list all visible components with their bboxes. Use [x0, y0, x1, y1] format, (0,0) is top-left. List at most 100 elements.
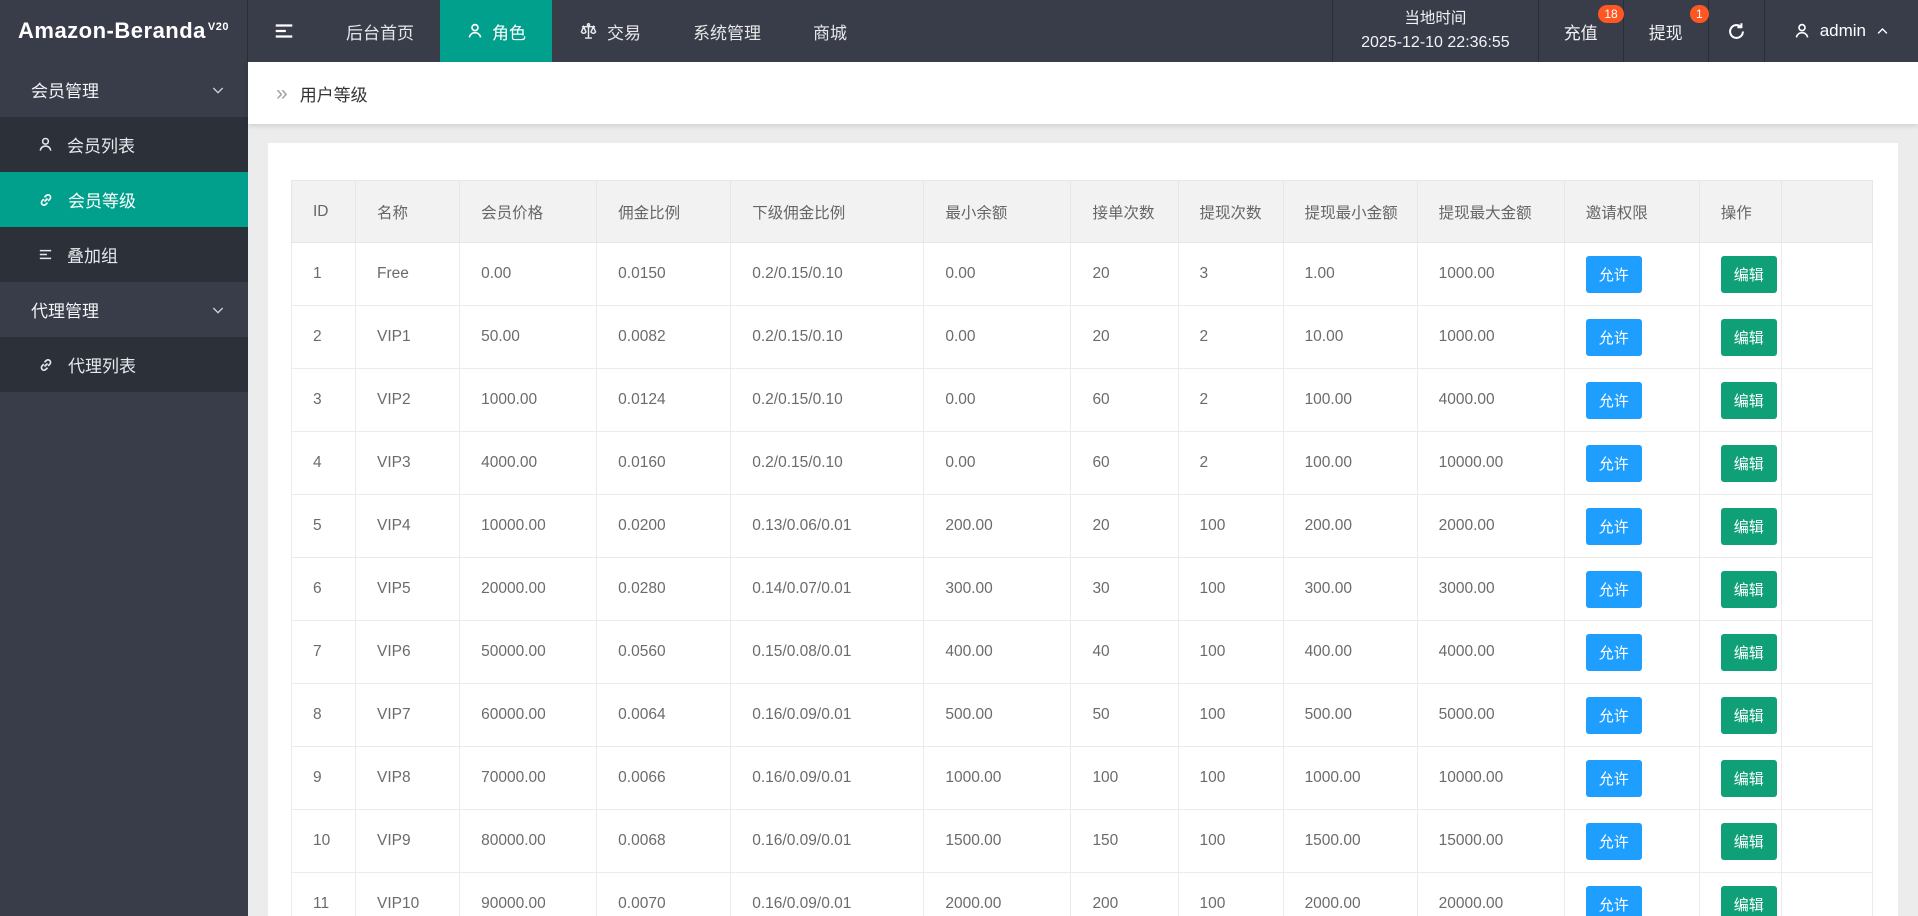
cell-invite-permission: 允许 — [1563, 494, 1700, 558]
cell-withdraw-count: 100 — [1177, 809, 1284, 873]
person-icon — [37, 136, 54, 153]
edit-button[interactable]: 编辑 — [1720, 696, 1777, 734]
cell-sub-commission-rate: 0.2/0.15/0.10 — [730, 305, 925, 369]
table-row: 7 VIP6 50000.00 0.0560 0.15/0.08/0.01 400.00 4… — [290, 620, 1874, 684]
cell-withdraw-min: 300.00 — [1282, 557, 1418, 621]
menu-collapse-button[interactable] — [248, 0, 320, 62]
table-row: 11 VIP10 90000.00 0.0070 0.16/0.09/0.01 2000.… — [290, 872, 1874, 916]
sidebar-group-member-management[interactable]: 会员管理 — [0, 62, 248, 117]
allow-button[interactable]: 允许 — [1585, 885, 1642, 916]
cell-member-price: 60000.00 — [459, 683, 598, 747]
cell-id: 4 — [290, 431, 357, 495]
cell-sub-commission-rate: 0.13/0.06/0.01 — [730, 494, 925, 558]
sidebar: 会员管理 会员列表 会员等级 叠加组 代理管理 代理列表 — [0, 62, 248, 916]
cell-empty — [1780, 746, 1874, 810]
cell-min-balance: 0.00 — [923, 305, 1072, 369]
cell-commission-rate: 0.0082 — [596, 305, 732, 369]
allow-button[interactable]: 允许 — [1585, 822, 1642, 860]
cell-empty — [1780, 872, 1874, 916]
cell-min-balance: 0.00 — [923, 368, 1072, 432]
column-header: 提现最大金额 — [1416, 180, 1565, 243]
cell-name: VIP10 — [355, 872, 461, 916]
recharge-button[interactable]: 充值 18 — [1539, 0, 1624, 62]
cell-id: 7 — [290, 620, 357, 684]
cell-min-balance: 0.00 — [923, 242, 1072, 306]
cell-id: 9 — [290, 746, 357, 810]
refresh-button[interactable] — [1709, 0, 1765, 62]
refresh-icon — [1726, 21, 1747, 42]
logo-text: Amazon-Beranda — [18, 18, 206, 43]
cell-withdraw-min: 100.00 — [1282, 431, 1418, 495]
withdraw-button[interactable]: 提现 1 — [1624, 0, 1709, 62]
edit-button[interactable]: 编辑 — [1720, 759, 1777, 797]
cell-id: 6 — [290, 557, 357, 621]
edit-button[interactable]: 编辑 — [1720, 255, 1777, 293]
cell-sub-commission-rate: 0.14/0.07/0.01 — [730, 557, 925, 621]
cell-actions: 编辑 — [1698, 431, 1782, 495]
edit-button[interactable]: 编辑 — [1720, 381, 1777, 419]
edit-button[interactable]: 编辑 — [1720, 633, 1777, 671]
user-menu[interactable]: admin — [1765, 0, 1918, 62]
cell-min-balance: 1000.00 — [923, 746, 1072, 810]
nav-item-system[interactable]: 系统管理 — [667, 0, 787, 62]
column-header: 邀请权限 — [1563, 180, 1700, 243]
time-label: 当地时间 — [1404, 9, 1467, 27]
sidebar-item-stack-group[interactable]: 叠加组 — [0, 227, 248, 282]
cell-order-count: 60 — [1070, 368, 1179, 432]
cell-id: 10 — [290, 809, 357, 873]
sidebar-group-agent-management[interactable]: 代理管理 — [0, 282, 248, 337]
allow-button[interactable]: 允许 — [1585, 255, 1642, 293]
cell-order-count: 20 — [1070, 305, 1179, 369]
allow-button[interactable]: 允许 — [1585, 318, 1642, 356]
cell-min-balance: 1500.00 — [923, 809, 1072, 873]
main-content: » 用户等级 ID 名称 会员价格 佣金比例 下级佣金比例 最小余额 接单次数 提现次数 提现最… — [248, 62, 1918, 916]
allow-button[interactable]: 允许 — [1585, 696, 1642, 734]
cell-member-price: 70000.00 — [459, 746, 598, 810]
column-header: 接单次数 — [1070, 180, 1179, 243]
cell-order-count: 200 — [1070, 872, 1179, 916]
nav-item-dashboard[interactable]: 后台首页 — [320, 0, 440, 62]
edit-button[interactable]: 编辑 — [1720, 822, 1777, 860]
cell-sub-commission-rate: 0.16/0.09/0.01 — [730, 746, 925, 810]
edit-button[interactable]: 编辑 — [1720, 507, 1777, 545]
cell-withdraw-count: 100 — [1177, 683, 1284, 747]
allow-button[interactable]: 允许 — [1585, 381, 1642, 419]
table-row: 5 VIP4 10000.00 0.0200 0.13/0.06/0.01 200.00 2… — [290, 494, 1874, 558]
hamburger-icon — [273, 20, 295, 42]
cell-min-balance: 0.00 — [923, 431, 1072, 495]
cell-withdraw-min: 1500.00 — [1282, 809, 1418, 873]
cell-name: VIP8 — [355, 746, 461, 810]
edit-button[interactable]: 编辑 — [1720, 570, 1777, 608]
edit-button[interactable]: 编辑 — [1720, 885, 1777, 916]
chevron-down-icon — [210, 82, 226, 98]
cell-withdraw-min: 1.00 — [1282, 242, 1418, 306]
sidebar-item-member-level[interactable]: 会员等级 — [0, 172, 248, 227]
allow-button[interactable]: 允许 — [1585, 570, 1642, 608]
edit-button[interactable]: 编辑 — [1720, 444, 1777, 482]
column-header: 提现最小金额 — [1282, 180, 1418, 243]
nav-item-trade[interactable]: 交易 — [552, 0, 667, 62]
sidebar-item-agent-list[interactable]: 代理列表 — [0, 337, 248, 392]
cell-withdraw-count: 100 — [1177, 557, 1284, 621]
cell-name: Free — [355, 242, 461, 306]
cell-commission-rate: 0.0560 — [596, 620, 732, 684]
cell-invite-permission: 允许 — [1563, 872, 1700, 916]
nav-label: 交易 — [607, 23, 641, 43]
allow-button[interactable]: 允许 — [1585, 633, 1642, 671]
cell-order-count: 30 — [1070, 557, 1179, 621]
sidebar-item-member-list[interactable]: 会员列表 — [0, 117, 248, 172]
nav-item-roles[interactable]: 角色 — [440, 0, 552, 62]
cell-empty — [1780, 368, 1874, 432]
cell-actions: 编辑 — [1698, 494, 1782, 558]
cell-name: VIP2 — [355, 368, 461, 432]
edit-button[interactable]: 编辑 — [1720, 318, 1777, 356]
nav-item-shop[interactable]: 商城 — [787, 0, 873, 62]
chevron-down-icon — [210, 302, 226, 318]
allow-button[interactable]: 允许 — [1585, 444, 1642, 482]
cell-min-balance: 200.00 — [923, 494, 1072, 558]
cell-withdraw-count: 2 — [1177, 431, 1284, 495]
cell-id: 8 — [290, 683, 357, 747]
column-header: ID — [290, 180, 357, 243]
allow-button[interactable]: 允许 — [1585, 507, 1642, 545]
allow-button[interactable]: 允许 — [1585, 759, 1642, 797]
